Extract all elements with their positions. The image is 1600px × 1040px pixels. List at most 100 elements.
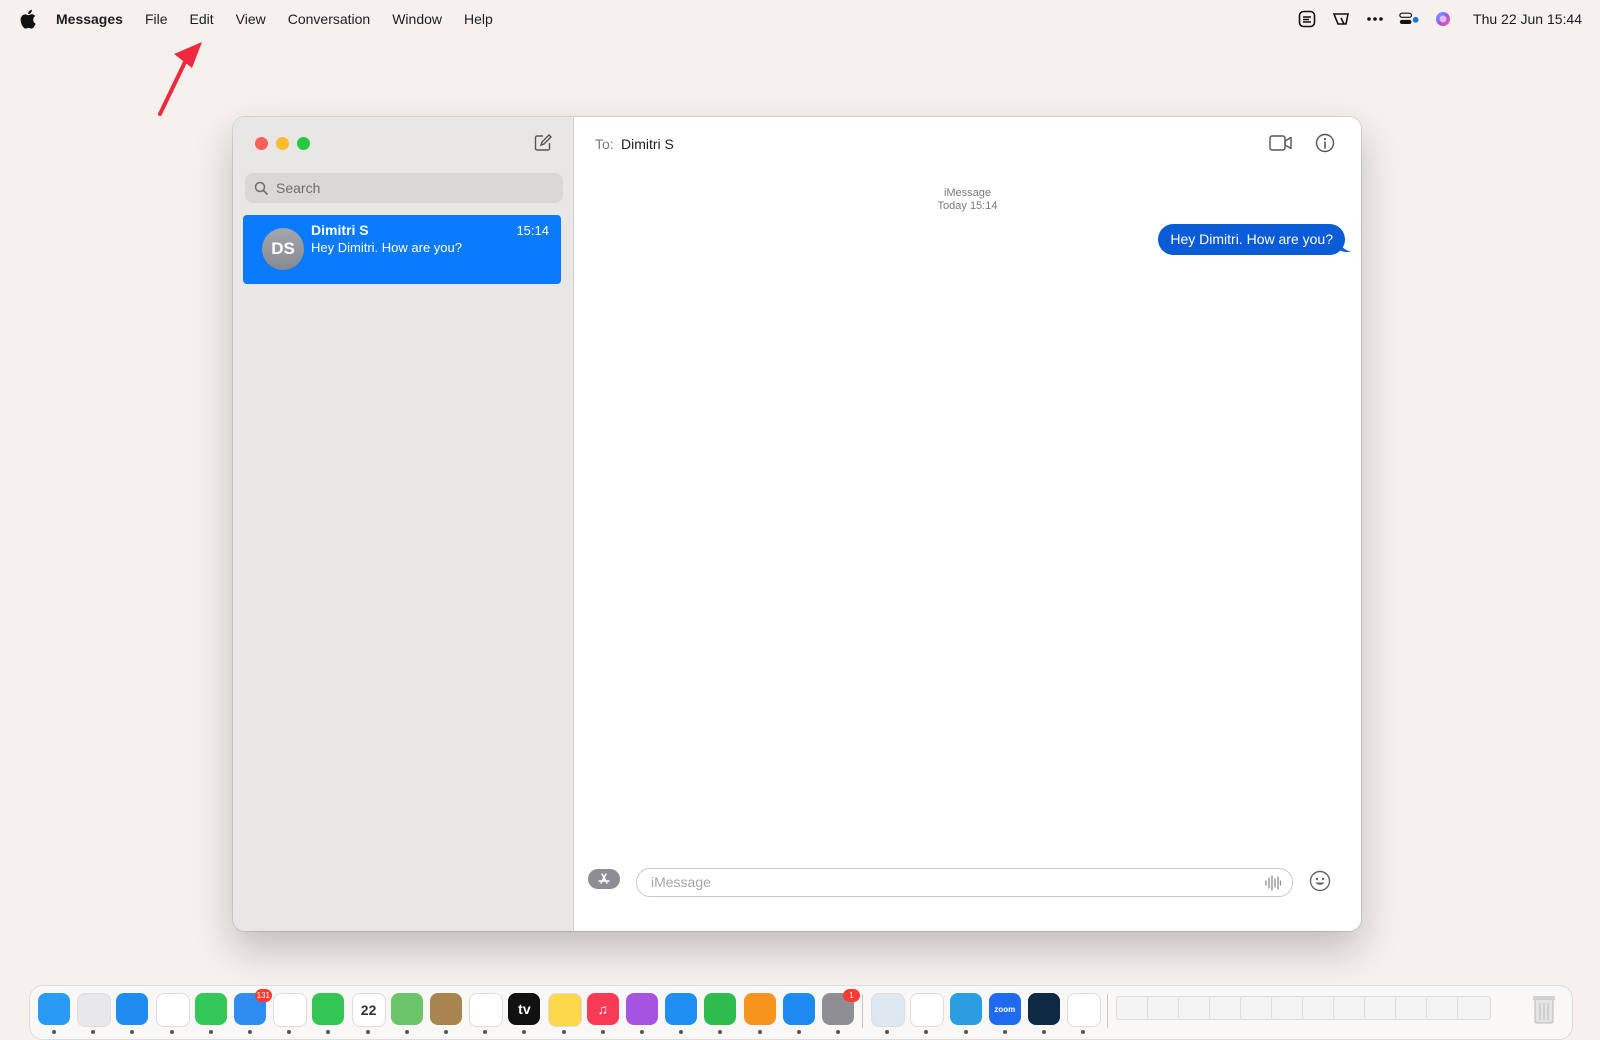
audio-message-icon[interactable] (1264, 874, 1282, 892)
dock-music-label: ♫ (597, 1001, 609, 1017)
dock-minimized-window[interactable] (1302, 996, 1337, 1020)
dock-minimized-window[interactable] (1426, 996, 1461, 1020)
siri-icon[interactable] (1433, 9, 1453, 29)
dock-running-indicator (796, 1030, 801, 1034)
dock-minimized-window[interactable] (1395, 996, 1430, 1020)
dock-minimized-window[interactable] (1116, 996, 1151, 1020)
dock-minimized-window[interactable] (1457, 996, 1492, 1020)
dock-minimized-window[interactable] (1209, 996, 1244, 1020)
dock-badge: 1 (843, 989, 860, 1002)
conversation-preview: Hey Dimitri. How are you? (311, 240, 462, 255)
dock-telegram-icon[interactable] (949, 993, 982, 1025)
recipient-name[interactable]: Dimitri S (621, 136, 674, 152)
search-icon (254, 181, 268, 195)
dock-minimized-window[interactable] (1271, 996, 1306, 1020)
dock-facetime-icon[interactable] (312, 993, 345, 1025)
dock-running-indicator (640, 1030, 644, 1034)
dock-calendar-label: 22 (360, 1002, 377, 1018)
menu-conversation[interactable]: Conversation (288, 11, 371, 27)
dock-pages-icon[interactable] (743, 993, 776, 1025)
dock-slack-icon[interactable] (910, 993, 945, 1027)
dock-chrome-icon[interactable] (155, 993, 190, 1027)
menu-edit[interactable]: Edit (190, 11, 214, 27)
compose-icon[interactable] (533, 133, 553, 153)
sent-message-bubble[interactable]: Hey Dimitri. How are you? (1158, 224, 1345, 255)
close-window-button[interactable] (255, 137, 268, 150)
dock-maps-icon[interactable] (390, 993, 423, 1025)
annotation-arrow-edit-icon (158, 42, 202, 116)
dock-running-indicator (885, 1030, 890, 1034)
info-icon[interactable] (1315, 133, 1335, 153)
dock-running-indicator (483, 1030, 488, 1034)
dock-screen-recorder-icon[interactable] (1028, 993, 1060, 1025)
more-icon[interactable] (1365, 9, 1385, 29)
dock-running-indicator (561, 1030, 566, 1034)
video-call-icon[interactable] (1269, 134, 1293, 152)
dock-music-icon[interactable]: ♫ (586, 993, 619, 1025)
menu-view[interactable]: View (236, 11, 266, 27)
control-center-icon[interactable] (1399, 9, 1419, 29)
dock-photos-icon[interactable] (273, 993, 308, 1027)
message-input[interactable] (649, 873, 1253, 891)
dock-reminders-icon[interactable] (469, 993, 504, 1027)
menu-window[interactable]: Window (392, 11, 442, 27)
dock-minimized-window[interactable] (1178, 996, 1213, 1020)
menu-bar: Messages File Edit View Conversation Win… (0, 0, 1600, 38)
dock-mail-icon[interactable]: 131 (234, 989, 272, 1025)
dock-minimized-window[interactable] (1364, 996, 1399, 1020)
conversation-item-dimitri[interactable]: DS Dimitri S 15:14 Hey Dimitri. How are … (243, 215, 561, 284)
message-input-field[interactable] (636, 868, 1293, 897)
dock-trash-icon[interactable] (1528, 993, 1560, 1025)
search-placeholder: Search (276, 180, 321, 196)
dock-separator (1107, 994, 1109, 1028)
emoji-icon[interactable] (1309, 870, 1331, 892)
dock-zoom-icon[interactable]: zoom (988, 993, 1021, 1025)
dock-launchpad-icon[interactable] (77, 993, 112, 1027)
dock-separator (862, 994, 864, 1028)
dock-app-store-icon[interactable] (782, 993, 815, 1025)
dock-apple-tv-icon[interactable]: tv (508, 993, 541, 1025)
service-label: iMessage (943, 187, 992, 199)
dock-system-settings-icon[interactable]: 1 (822, 989, 860, 1025)
search-field[interactable]: Search (245, 173, 563, 203)
dock-numbers-icon[interactable] (704, 993, 737, 1025)
menu-file[interactable]: File (145, 11, 168, 27)
menu-clock[interactable]: Thu 22 Jun 15:44 (1473, 11, 1582, 27)
conversation-pane: To: Dimitri S iMessage Today 15:14 Hey D… (574, 117, 1361, 931)
minimize-window-button[interactable] (276, 137, 289, 150)
dock-minimized-window[interactable] (1333, 996, 1368, 1020)
dock-podcasts-icon[interactable] (626, 993, 658, 1025)
zoom-window-button[interactable] (297, 137, 310, 150)
dock-running-indicator (924, 1030, 929, 1034)
dock-contacts-icon[interactable] (430, 993, 462, 1025)
reader-icon[interactable] (1297, 9, 1317, 29)
dock-running-indicator (91, 1030, 96, 1034)
dock-calendar-icon[interactable]: 22 (351, 993, 386, 1027)
dock-minimized-window[interactable] (1147, 996, 1182, 1020)
dock-running-indicator (287, 1030, 292, 1034)
window-controls (255, 137, 310, 150)
menu-app-name[interactable]: Messages (56, 11, 123, 27)
messages-window: Search DS Dimitri S 15:14 Hey Dimitri. H… (233, 117, 1361, 931)
dock-finder-icon[interactable] (38, 993, 70, 1025)
dock-keynote-icon[interactable] (665, 993, 698, 1025)
apple-logo-icon[interactable] (20, 9, 36, 29)
stage-manager-icon[interactable] (1331, 9, 1351, 29)
dock-zoom-label: zoom (994, 1004, 1016, 1014)
dock-running-indicator (718, 1030, 723, 1034)
dock-running-indicator (836, 1030, 840, 1034)
dock-minimized-window[interactable] (1240, 996, 1275, 1020)
conversation-time: 15:14 (516, 223, 549, 238)
dock-craft-icon[interactable] (1067, 993, 1102, 1027)
dock-preview-icon[interactable] (871, 993, 906, 1027)
to-label: To: (595, 136, 614, 152)
menu-help[interactable]: Help (464, 11, 493, 27)
dock-safari-icon[interactable] (116, 993, 149, 1025)
dock-running-indicator (600, 1030, 605, 1034)
dock-running-indicator (963, 1030, 968, 1034)
dock-notes-icon[interactable] (547, 993, 582, 1027)
app-store-button[interactable] (588, 869, 620, 889)
conversation-name: Dimitri S (311, 222, 369, 238)
dock-running-indicator (248, 1030, 252, 1034)
dock-messages-icon[interactable] (194, 993, 227, 1025)
